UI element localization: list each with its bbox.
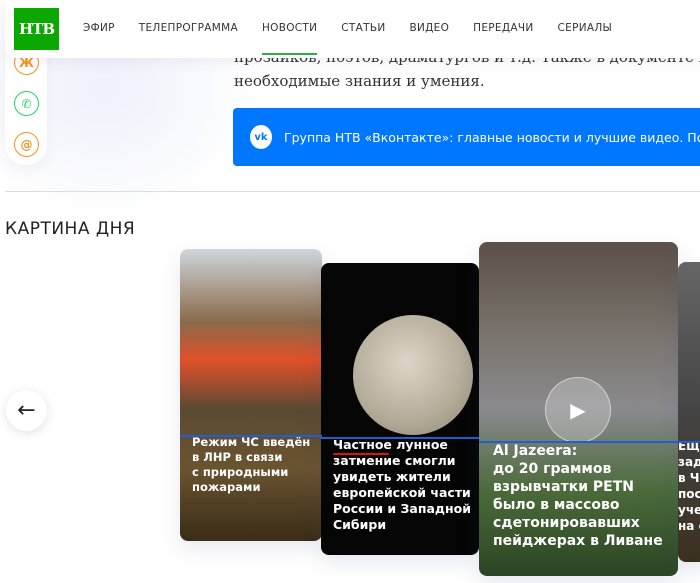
divider [5, 191, 700, 192]
guide-line [479, 441, 700, 443]
card-title: Al Jazeera: до 20 граммов взрывчатки PET… [493, 443, 663, 549]
play-icon[interactable]: ▶ [545, 377, 611, 443]
main-nav: ЭФИР ТЕЛЕПРОГРАММА НОВОСТИ СТАТЬИ ВИДЕО … [83, 22, 636, 55]
news-card[interactable]: ▶ Al Jazeera: до 20 граммов взрывчатки P… [479, 242, 678, 576]
card-title: Режим ЧС введён в ЛНР в связи с природны… [192, 435, 311, 494]
card-title: Частное лунное затмение смогли увидеть ж… [333, 437, 472, 532]
ntv-logo[interactable]: НТВ [14, 8, 59, 50]
carousel-prev-button[interactable]: ← [6, 390, 47, 431]
guide-line [321, 437, 479, 439]
nav-efir[interactable]: ЭФИР [83, 22, 115, 34]
news-card[interactable]: Частное лунное затмение смогли увидеть ж… [321, 263, 479, 555]
nav-peredachi[interactable]: ПЕРЕДАЧИ [473, 22, 533, 34]
highlight-underline [333, 453, 389, 455]
guide-line [180, 435, 322, 437]
moon-image [353, 315, 473, 435]
news-card[interactable]: Ещё заде в Че поса учен на с [678, 262, 700, 562]
nav-serialy[interactable]: СЕРИАЛЫ [558, 22, 613, 34]
news-card[interactable]: Режим ЧС введён в ЛНР в связи с природны… [180, 249, 322, 541]
site-header: НТВ ЭФИР ТЕЛЕПРОГРАММА НОВОСТИ СТАТЬИ ВИ… [5, 0, 700, 58]
nav-novosti[interactable]: НОВОСТИ [261, 22, 318, 55]
article-line: необходимые знания и умения. [234, 72, 485, 90]
card-title: Ещё заде в Че поса учен на с [678, 439, 700, 533]
section-title: КАРТИНА ДНЯ [5, 219, 136, 239]
nav-teleprogramma[interactable]: ТЕЛЕПРОГРАММА [139, 22, 238, 34]
social-share-panel: Ж ✆ @ [5, 40, 47, 165]
vk-icon: vk [250, 125, 272, 149]
nav-video[interactable]: ВИДЕО [410, 22, 450, 34]
whatsapp-icon[interactable]: ✆ [14, 91, 39, 116]
nav-stati[interactable]: СТАТЬИ [341, 22, 385, 34]
mail-icon[interactable]: @ [14, 132, 39, 157]
vk-banner[interactable]: vk Группа НТВ «Вконтакте»: главные новос… [233, 108, 700, 166]
vk-banner-text: Группа НТВ «Вконтакте»: главные новости … [284, 129, 700, 145]
